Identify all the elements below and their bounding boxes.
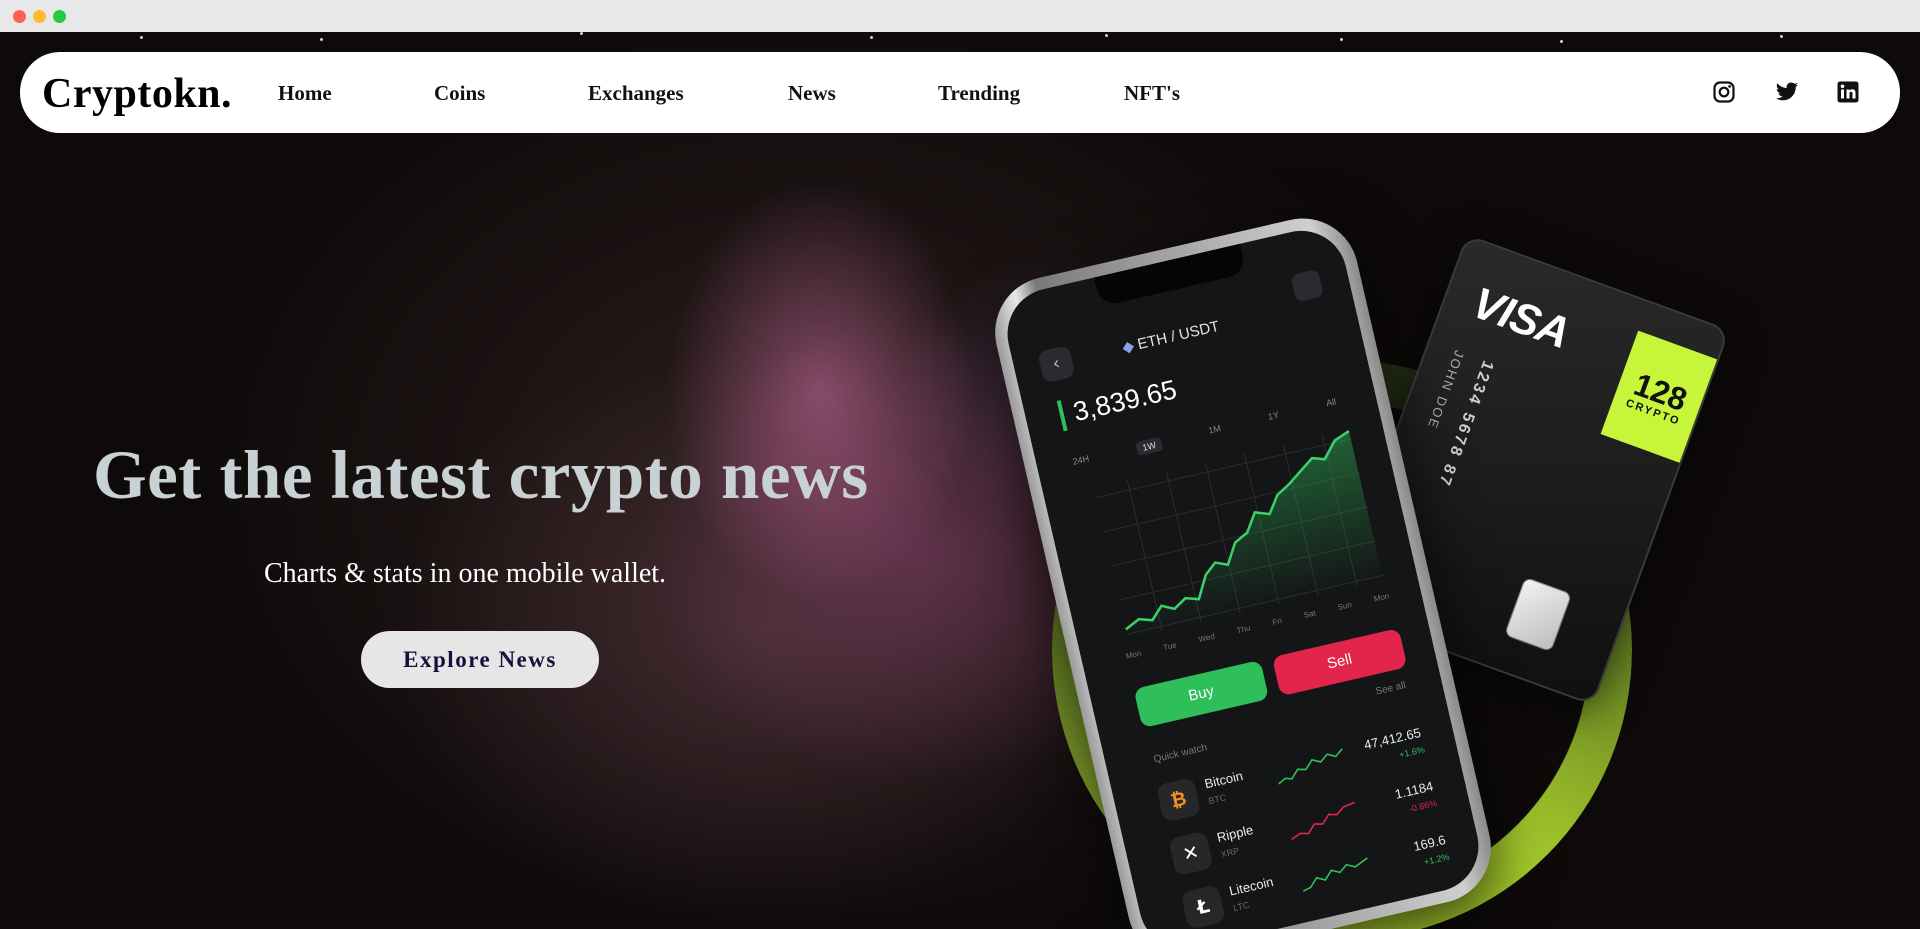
coin-name: Litecoin [1227, 873, 1275, 899]
day-label: Mon [1124, 648, 1143, 661]
card-tag: 128 CRYPTO [1600, 330, 1718, 463]
eth-price: 3,839.65 [1056, 374, 1180, 432]
buy-button: Buy [1133, 659, 1270, 729]
card-chip-icon [1503, 576, 1573, 653]
nav-link-coins[interactable]: Coins [434, 81, 485, 106]
coin-sparkline [1290, 801, 1355, 841]
twitter-icon[interactable] [1774, 80, 1798, 104]
instagram-icon[interactable] [1712, 80, 1736, 104]
day-label: Sun [1336, 600, 1353, 613]
window-minimize-button[interactable] [33, 10, 46, 23]
browser-title-bar [0, 0, 1920, 32]
phone-screen: ‹ ◆ ETH / USDT 3,839.65 24H 1W 1M 1Y All [998, 221, 1488, 929]
day-label: Tue [1162, 640, 1178, 653]
phone-notch [1093, 243, 1247, 307]
coin-symbol: LTC [1232, 899, 1251, 914]
top-navigation-bar: Cryptokn. Home Coins Exchanges News Tren… [20, 52, 1900, 133]
day-label: Thu [1235, 623, 1252, 636]
phone-mockup: ‹ ◆ ETH / USDT 3,839.65 24H 1W 1M 1Y All [984, 207, 1502, 929]
back-arrow-icon: ‹ [1037, 344, 1076, 384]
day-label: Mon [1372, 591, 1391, 604]
tab-1y: 1Y [1266, 409, 1280, 422]
tab-1m: 1M [1207, 422, 1222, 436]
nav-link-exchanges[interactable]: Exchanges [588, 81, 684, 106]
nav-link-trending[interactable]: Trending [938, 81, 1020, 106]
coin-name: Bitcoin [1202, 768, 1245, 792]
hero-headline: Get the latest crypto news [93, 437, 869, 513]
coin-change: +1.6% [1398, 744, 1426, 760]
coin-name: Ripple [1215, 822, 1255, 845]
nav-link-nfts[interactable]: NFT's [1124, 81, 1180, 106]
see-all-link: See all [1374, 680, 1407, 698]
site-logo[interactable]: Cryptokn. [42, 70, 232, 118]
hero-subline: Charts & stats in one mobile wallet. [264, 558, 667, 589]
tab-1w: 1W [1135, 436, 1164, 457]
explore-news-button[interactable]: Explore News [361, 631, 599, 688]
day-label: Wed [1197, 631, 1216, 645]
coin-sparkline [1302, 857, 1368, 892]
nav-link-home[interactable]: Home [278, 81, 332, 106]
window-close-button[interactable] [13, 10, 26, 23]
quick-watch-label: Quick watch [1152, 742, 1209, 766]
coin-change: +1.2% [1422, 851, 1451, 868]
chart-menu-icon [1290, 268, 1324, 303]
coin-symbol: BTC [1207, 792, 1228, 807]
tab-24h: 24H [1071, 453, 1091, 467]
tab-all: All [1325, 396, 1338, 409]
card-brand: VISA [1465, 278, 1576, 359]
day-label: Fri [1271, 616, 1283, 628]
coin-value: 1.1184 [1393, 778, 1435, 802]
nav-link-news[interactable]: News [788, 81, 836, 106]
trading-pair-text: ETH / USDT [1135, 317, 1221, 354]
hero-illustration: VISA 128 CRYPTO JOHN DOE 1234 5678 87 ‹ … [984, 207, 1730, 929]
coin-sparkline [1278, 748, 1343, 785]
coin-symbol: XRP [1219, 845, 1241, 860]
window-maximize-button[interactable] [53, 10, 66, 23]
coin-value: 169.6 [1411, 832, 1447, 855]
trading-pair-label: ◆ ETH / USDT [1120, 317, 1221, 357]
coin-change: -0.86% [1407, 797, 1438, 815]
linkedin-icon[interactable] [1836, 80, 1860, 104]
bitcoin-icon: ₿ [1155, 777, 1202, 823]
day-label: Sat [1302, 608, 1317, 620]
ripple-icon: ✕ [1168, 830, 1214, 877]
litecoin-icon: Ł [1180, 884, 1227, 929]
